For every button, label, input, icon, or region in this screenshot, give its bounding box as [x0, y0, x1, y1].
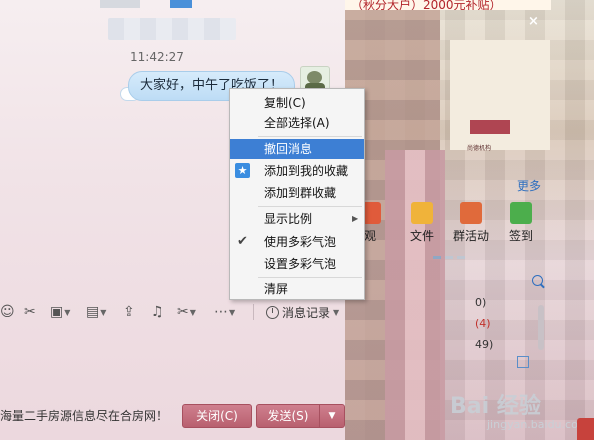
page-indicator[interactable]	[433, 256, 465, 259]
more-link[interactable]: 更多	[517, 177, 541, 194]
group-apps: 观 文件 群活动 签到	[345, 202, 545, 252]
menu-item-colorful-bubble[interactable]: ✔ 使用多彩气泡	[230, 232, 364, 252]
flag-icon	[460, 202, 482, 224]
app-item[interactable]: 群活动	[446, 202, 496, 244]
message-history-button[interactable]: 消息记录 ▼	[266, 302, 339, 322]
upload-icon[interactable]: ⇪	[123, 302, 135, 322]
menu-item-add-group-favorite[interactable]: 添加到群收藏	[230, 183, 364, 203]
send-options-button[interactable]: ▼	[319, 404, 345, 428]
close-icon[interactable]: ×	[528, 14, 539, 29]
menu-item-bubble-settings[interactable]: 设置多彩气泡	[230, 254, 364, 274]
menu-item-copy[interactable]: 复制(C)	[230, 93, 364, 113]
menu-item-clear[interactable]: 清屏	[230, 279, 364, 299]
brand-logo	[470, 120, 510, 134]
menu-item-zoom[interactable]: 显示比例 ▶	[230, 209, 364, 229]
menu-divider	[258, 206, 362, 207]
menu-divider	[258, 136, 362, 137]
context-menu: 复制(C) 全部选择(A) 撤回消息 ★ 添加到我的收藏 添加到群收藏 显示比例…	[229, 88, 365, 300]
edit-icon[interactable]	[517, 356, 529, 368]
emoji-icon[interactable]: ☺	[0, 302, 15, 322]
checkin-icon	[510, 202, 532, 224]
blurred-sender-name	[108, 18, 236, 40]
submenu-arrow-icon: ▶	[352, 214, 359, 223]
member-count: (4)	[475, 317, 491, 330]
menu-item-select-all[interactable]: 全部选择(A)	[230, 113, 364, 133]
watermark-url: jingyan.baidu.com	[487, 418, 589, 431]
search-icon[interactable]	[532, 275, 543, 286]
checkmark-icon: ✔	[237, 234, 248, 249]
scrollbar[interactable]	[538, 305, 544, 350]
message-history-label: 消息记录	[282, 305, 331, 320]
group-side-panel: （秋分大户）2000元补贴） × 尚德机构 应 更多 观 文件 群活动 签到 成…	[345, 0, 594, 440]
folder-icon	[411, 202, 433, 224]
clock-icon	[266, 305, 279, 319]
toolbar-divider	[253, 304, 254, 320]
gift-icon[interactable]: ▣ ▼	[50, 302, 70, 322]
app-label: 文件	[409, 229, 434, 243]
member-count: 0)	[475, 296, 487, 309]
menu-item-recall[interactable]: 撤回消息	[230, 139, 364, 159]
send-button[interactable]: 发送(S)	[256, 404, 320, 428]
promo-banner[interactable]: （秋分大户）2000元补贴）	[345, 0, 551, 10]
corner-badge	[577, 418, 594, 440]
app-label: 群活动	[452, 229, 489, 243]
image-icon[interactable]: ▤ ▼	[86, 302, 106, 322]
more-icon[interactable]: ⋯ ▼	[214, 302, 235, 322]
star-icon: ★	[235, 163, 250, 178]
input-toolbar: ☺ ✂ ▣ ▼ ▤ ▼ ⇪ ♫ ✂ ▼ ⋯ ▼ 消息记录 ▼	[0, 300, 345, 324]
pin-icon[interactable]: ✂	[24, 302, 36, 322]
app-item[interactable]: 文件	[397, 202, 447, 244]
music-icon[interactable]: ♫	[151, 302, 164, 322]
message-timestamp: 11:42:27	[130, 50, 184, 64]
ad-text[interactable]: 海量二手房源信息尽在合房网！	[0, 407, 168, 424]
menu-divider	[258, 277, 362, 278]
pixelated-figure-lower	[385, 150, 445, 440]
member-count: 49)	[475, 338, 494, 351]
brand-logo-text: 尚德机构	[467, 145, 492, 152]
blurred-header	[100, 0, 140, 8]
close-button[interactable]: 关闭(C)	[182, 404, 252, 428]
app-label: 签到	[508, 229, 533, 243]
blurred-header-icon	[170, 0, 192, 8]
menu-item-add-favorite[interactable]: ★ 添加到我的收藏	[230, 161, 364, 181]
chevron-down-icon: ▼	[333, 307, 340, 317]
app-item[interactable]: 签到	[496, 202, 546, 244]
screenshot-icon[interactable]: ✂ ▼	[177, 302, 196, 322]
watermark: Bai 经验	[450, 394, 541, 419]
